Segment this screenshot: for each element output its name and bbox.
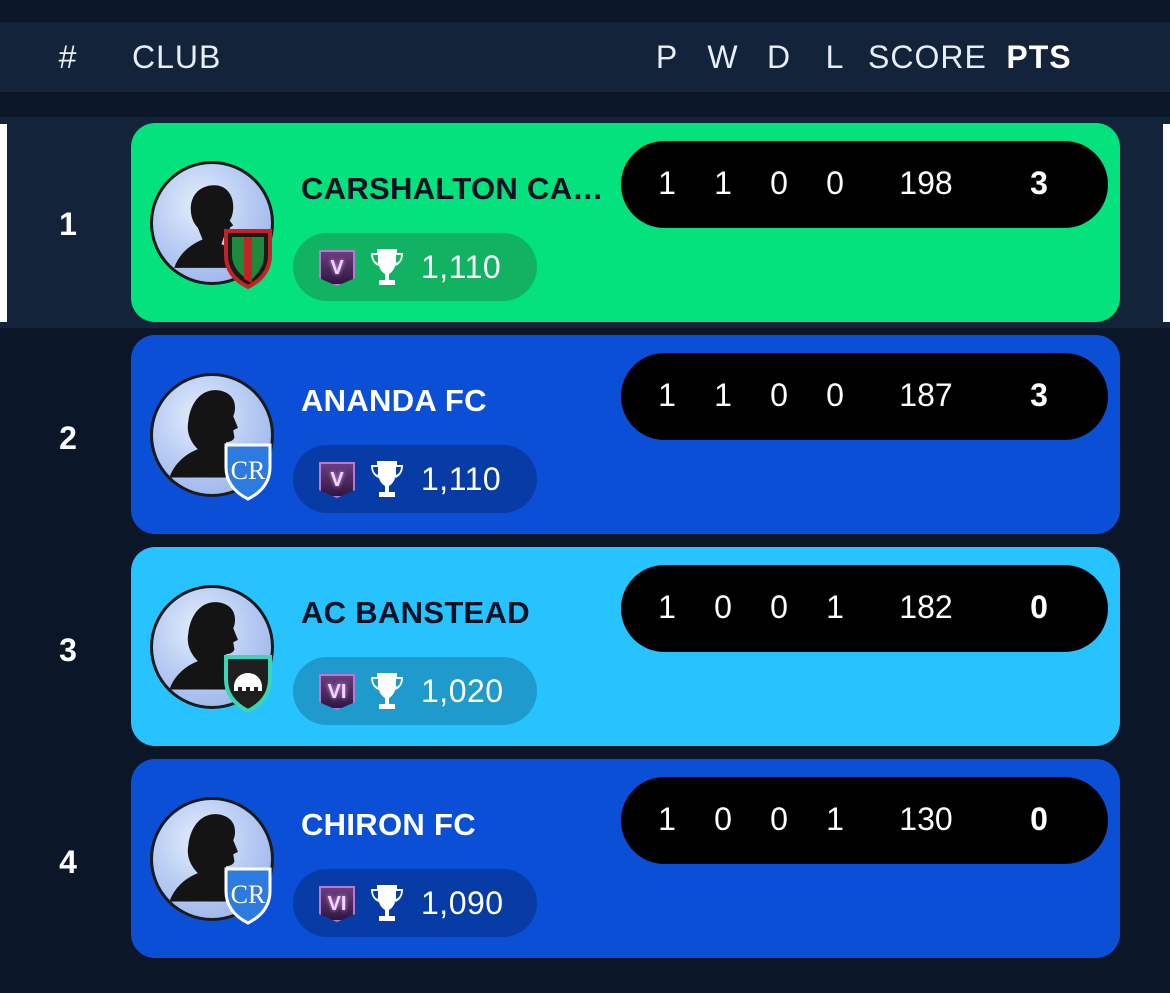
trophy-count: 1,110: [421, 249, 502, 285]
trophy-icon: [371, 885, 403, 921]
stats-pill: 1 1 0 0 198 3: [621, 141, 1108, 228]
blue-cr-shield-icon: CR: [224, 867, 272, 925]
header-drawn: D: [766, 38, 792, 75]
trophy-count: 1,020: [421, 673, 504, 709]
club-name[interactable]: CHIRON FC: [301, 807, 611, 843]
score-value: 187: [899, 377, 953, 413]
header-club: CLUB: [132, 38, 222, 75]
division-tier-badge: V: [319, 462, 355, 498]
stats-pill: 1 0 0 1 182 0: [621, 565, 1108, 652]
header-played: P: [655, 38, 679, 75]
manager-avatar[interactable]: CR: [150, 373, 274, 501]
lost-value: 0: [826, 377, 844, 413]
score-value: 198: [899, 165, 953, 201]
trophy-badge: V 1,110: [293, 445, 537, 513]
division-tier-badge: VI: [319, 674, 355, 710]
header-score: SCORE: [868, 38, 987, 75]
rank-number: 4: [59, 844, 77, 880]
header-rank: #: [58, 38, 78, 75]
trophy-icon: [371, 673, 403, 709]
played-value: 1: [658, 377, 676, 413]
club-name[interactable]: CARSHALTON CAS...: [301, 171, 611, 207]
trophy-count: 1,110: [421, 461, 502, 497]
score-value: 182: [899, 589, 953, 625]
stats-pill: 1 0 0 1 130 0: [621, 777, 1108, 864]
trophy-count: 1,090: [421, 885, 504, 921]
lost-value: 0: [826, 165, 844, 201]
played-value: 1: [658, 801, 676, 837]
header-lost: L: [825, 38, 845, 75]
rank-number: 1: [59, 206, 77, 242]
trophy-icon: [371, 461, 403, 497]
stats-pill: 1 1 0 0 187 3: [621, 353, 1108, 440]
table-row[interactable]: CR ANANDA FC V 1,110 1 1 0 0 187 3: [131, 335, 1120, 534]
club-name[interactable]: ANANDA FC: [301, 383, 611, 419]
points-value: 0: [1030, 589, 1048, 625]
played-value: 1: [658, 589, 676, 625]
header-points: PTS: [1006, 38, 1072, 75]
table-row[interactable]: CARSHALTON CAS... V 1,110 1 1 0 0 198 3: [131, 123, 1120, 322]
trophy-badge: VI 1,020: [293, 657, 537, 725]
trophy-badge: VI 1,090: [293, 869, 537, 937]
table-row[interactable]: AC BANSTEAD VI 1,020 1 0 0 1 182 0: [131, 547, 1120, 746]
trophy-badge: V 1,110: [293, 233, 537, 301]
drawn-value: 0: [770, 377, 788, 413]
header-won: W: [707, 38, 739, 75]
teal-elephant-shield-icon: [224, 655, 272, 713]
won-value: 0: [714, 801, 732, 837]
won-value: 1: [714, 165, 732, 201]
score-value: 130: [899, 801, 953, 837]
club-name[interactable]: AC BANSTEAD: [301, 595, 611, 631]
division-tier-badge: V: [319, 250, 355, 286]
manager-avatar[interactable]: CR: [150, 797, 274, 925]
rank-number: 3: [59, 632, 77, 668]
lost-value: 1: [826, 589, 844, 625]
manager-avatar[interactable]: [150, 161, 274, 289]
manager-avatar[interactable]: [150, 585, 274, 713]
lost-value: 1: [826, 801, 844, 837]
table-row[interactable]: CR CHIRON FC VI 1,090 1 0 0 1 130 0: [131, 759, 1120, 958]
table-header: # CLUB P W D L SCORE PTS: [0, 22, 1170, 92]
won-value: 1: [714, 377, 732, 413]
points-value: 0: [1030, 801, 1048, 837]
red-green-shield-icon: [224, 229, 272, 289]
drawn-value: 0: [770, 801, 788, 837]
points-value: 3: [1030, 377, 1048, 413]
trophy-icon: [371, 249, 403, 285]
svg-text:CR: CR: [231, 880, 266, 909]
won-value: 0: [714, 589, 732, 625]
svg-text:CR: CR: [231, 456, 266, 485]
drawn-value: 0: [770, 589, 788, 625]
drawn-value: 0: [770, 165, 788, 201]
division-tier-badge: VI: [319, 886, 355, 922]
rank-number: 2: [59, 420, 77, 456]
highlight-edge-right: [1163, 124, 1170, 322]
blue-cr-shield-icon: CR: [224, 443, 272, 501]
played-value: 1: [658, 165, 676, 201]
highlight-edge-left: [0, 124, 7, 322]
points-value: 3: [1030, 165, 1048, 201]
